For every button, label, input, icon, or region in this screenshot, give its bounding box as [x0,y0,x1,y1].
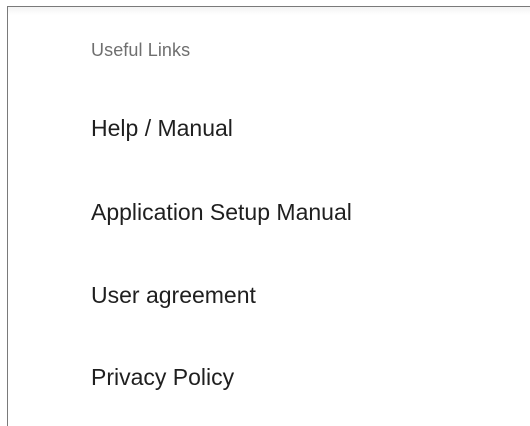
application-setup-manual-link[interactable]: Application Setup Manual [91,199,352,226]
user-agreement-link[interactable]: User agreement [91,282,256,309]
privacy-policy-link[interactable]: Privacy Policy [91,364,234,391]
help-manual-link[interactable]: Help / Manual [91,115,233,142]
useful-links-panel: Useful Links Help / Manual Application S… [7,6,530,426]
panel-top-divider [8,7,530,15]
section-header: Useful Links [91,40,191,60]
